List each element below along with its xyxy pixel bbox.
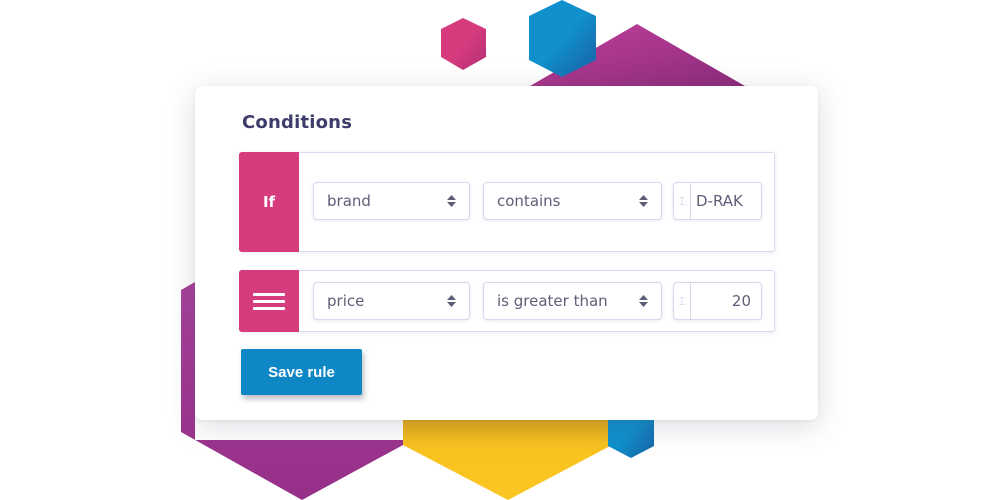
- hamburger-menu-icon: [253, 292, 285, 310]
- condition-row: price is greater than ⌶ 20: [239, 270, 775, 332]
- drag-handle[interactable]: [239, 270, 299, 332]
- sort-arrows-icon: [447, 195, 456, 207]
- value-input-text: D-RAK: [696, 192, 743, 210]
- field-select-value: price: [327, 292, 365, 310]
- sort-arrows-icon: [639, 295, 648, 307]
- condition-row: If brand contains ⌶ D-RAK: [239, 152, 775, 252]
- sort-arrows-icon: [639, 195, 648, 207]
- field-select[interactable]: brand: [313, 182, 470, 220]
- decor-yellow-hexagon: [403, 420, 612, 500]
- if-label: If: [262, 193, 276, 211]
- value-input-text: 20: [731, 292, 751, 310]
- field-select-value: brand: [327, 192, 371, 210]
- panel-title: Conditions: [242, 112, 353, 133]
- operator-select[interactable]: contains: [483, 182, 662, 220]
- decor-pink-hexagon: [441, 18, 486, 70]
- save-rule-button[interactable]: Save rule: [241, 349, 362, 395]
- conditions-panel: Conditions If brand contains ⌶ D-RAK pri…: [195, 86, 818, 420]
- text-cursor-icon: ⌶: [674, 183, 691, 219]
- sort-arrows-icon: [447, 295, 456, 307]
- value-input[interactable]: ⌶ 20: [673, 282, 762, 320]
- operator-select-value: is greater than: [497, 292, 608, 310]
- text-cursor-icon: ⌶: [674, 283, 691, 319]
- value-input[interactable]: ⌶ D-RAK: [673, 182, 762, 220]
- operator-select[interactable]: is greater than: [483, 282, 662, 320]
- condition-tag-if: If: [239, 152, 299, 252]
- field-select[interactable]: price: [313, 282, 470, 320]
- operator-select-value: contains: [497, 192, 561, 210]
